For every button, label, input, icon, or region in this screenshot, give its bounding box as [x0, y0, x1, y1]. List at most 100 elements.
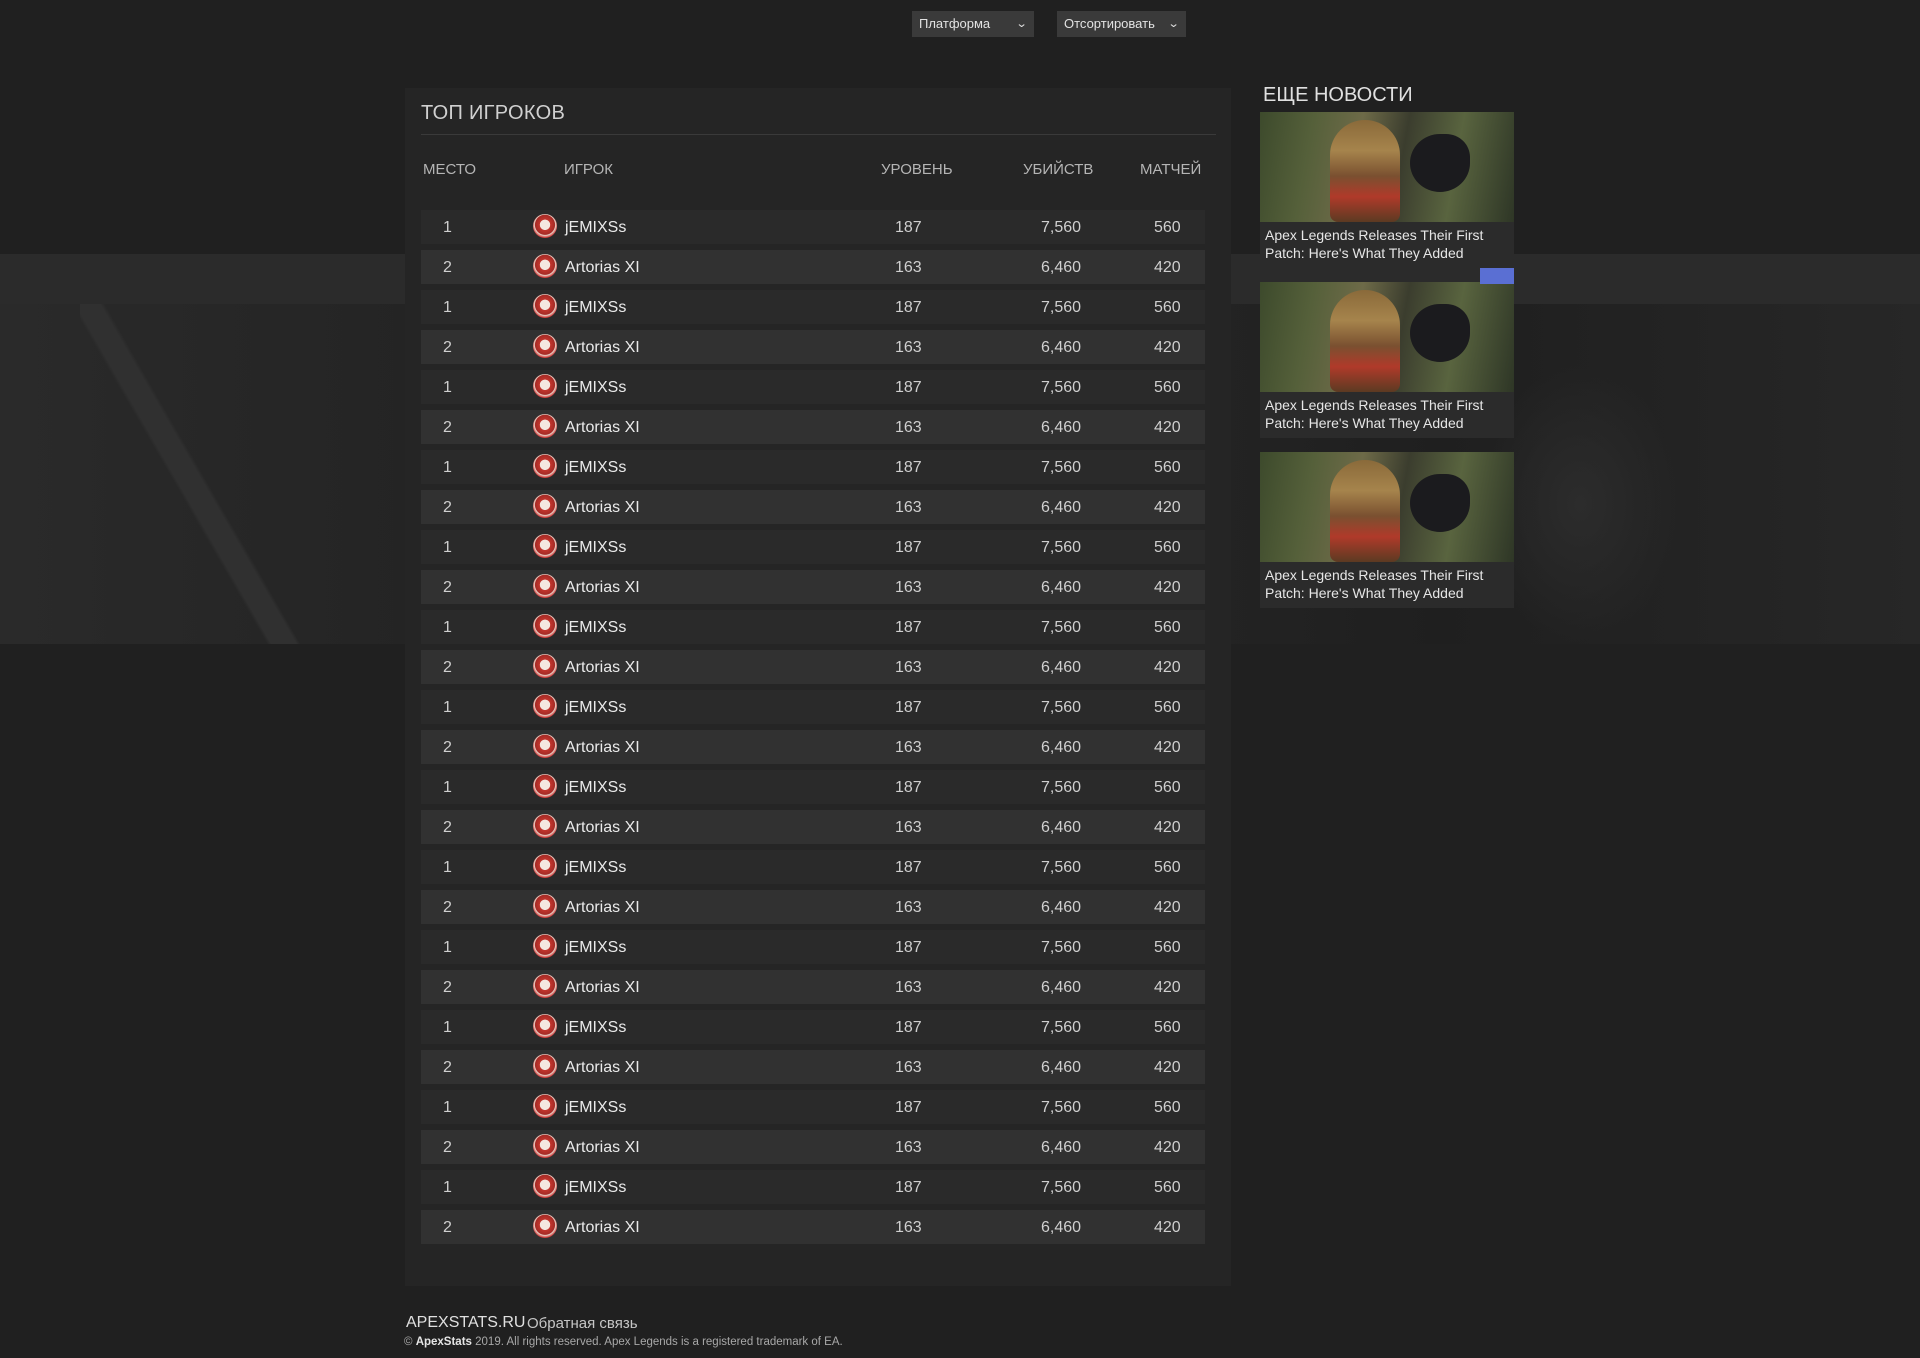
- table-row[interactable]: 1 jEMIXSs 187 7,560 560: [421, 610, 1205, 644]
- table-row[interactable]: 2 Artorias XI 163 6,460 420: [421, 1210, 1205, 1244]
- row-place: 2: [443, 259, 452, 276]
- row-kills: 6,460: [1041, 339, 1082, 356]
- row-place: 2: [443, 419, 452, 436]
- row-level: 187: [895, 219, 922, 236]
- table-row[interactable]: 1 jEMIXSs 187 7,560 560: [421, 530, 1205, 564]
- row-place: 2: [443, 339, 452, 356]
- table-row[interactable]: 2 Artorias XI 163 6,460 420: [421, 490, 1205, 524]
- row-player-name[interactable]: Artorias XI: [565, 1139, 640, 1157]
- row-place: 1: [443, 939, 452, 956]
- news-thumbnail: [1260, 282, 1514, 392]
- row-player-name[interactable]: Artorias XI: [565, 259, 640, 277]
- discord-icon[interactable]: [1480, 268, 1514, 284]
- row-player-name[interactable]: Artorias XI: [565, 819, 640, 837]
- row-player-name[interactable]: jEMIXSs: [565, 219, 626, 237]
- row-level: 187: [895, 1099, 922, 1116]
- row-player-name[interactable]: jEMIXSs: [565, 539, 626, 557]
- table-row[interactable]: 2 Artorias XI 163 6,460 420: [421, 250, 1205, 284]
- chevron-down-icon: ⌄: [1167, 18, 1180, 30]
- row-player-name[interactable]: Artorias XI: [565, 1059, 640, 1077]
- news-headline[interactable]: Apex Legends Releases Their First Patch:…: [1265, 396, 1505, 432]
- news-thumbnail: [1260, 112, 1514, 222]
- row-player-name[interactable]: Artorias XI: [565, 1219, 640, 1237]
- thumbnail-bird: [1410, 134, 1470, 192]
- row-level: 163: [895, 899, 922, 916]
- row-level: 187: [895, 699, 922, 716]
- row-player-name[interactable]: jEMIXSs: [565, 459, 626, 477]
- table-row[interactable]: 1 jEMIXSs 187 7,560 560: [421, 1170, 1205, 1204]
- footer-brand[interactable]: APEXSTATS.RU: [406, 1314, 525, 1332]
- row-place: 2: [443, 499, 452, 516]
- news-card[interactable]: Apex Legends Releases Their First Patch:…: [1260, 112, 1514, 268]
- news-card[interactable]: Apex Legends Releases Their First Patch:…: [1260, 452, 1514, 608]
- table-row[interactable]: 2 Artorias XI 163 6,460 420: [421, 1130, 1205, 1164]
- row-player-name[interactable]: jEMIXSs: [565, 1019, 626, 1037]
- player-avatar-icon: [533, 974, 557, 998]
- row-level: 187: [895, 859, 922, 876]
- table-row[interactable]: 2 Artorias XI 163 6,460 420: [421, 650, 1205, 684]
- table-row[interactable]: 2 Artorias XI 163 6,460 420: [421, 890, 1205, 924]
- table-row[interactable]: 2 Artorias XI 163 6,460 420: [421, 410, 1205, 444]
- table-row[interactable]: 1 jEMIXSs 187 7,560 560: [421, 210, 1205, 244]
- table-row[interactable]: 1 jEMIXSs 187 7,560 560: [421, 450, 1205, 484]
- row-place: 1: [443, 539, 452, 556]
- row-level: 187: [895, 299, 922, 316]
- table-row[interactable]: 2 Artorias XI 163 6,460 420: [421, 330, 1205, 364]
- player-avatar-icon: [533, 734, 557, 758]
- table-row[interactable]: 1 jEMIXSs 187 7,560 560: [421, 930, 1205, 964]
- table-row[interactable]: 1 jEMIXSs 187 7,560 560: [421, 1010, 1205, 1044]
- table-row[interactable]: 1 jEMIXSs 187 7,560 560: [421, 370, 1205, 404]
- column-header-place: МЕСТО: [423, 161, 476, 178]
- platform-select[interactable]: Платформа ⌄: [912, 11, 1034, 37]
- sort-select[interactable]: Отсортировать ⌄: [1057, 11, 1186, 37]
- news-headline[interactable]: Apex Legends Releases Their First Patch:…: [1265, 566, 1505, 602]
- row-player-name[interactable]: Artorias XI: [565, 659, 640, 677]
- row-player-name[interactable]: jEMIXSs: [565, 619, 626, 637]
- row-place: 1: [443, 619, 452, 636]
- table-row[interactable]: 1 jEMIXSs 187 7,560 560: [421, 850, 1205, 884]
- row-player-name[interactable]: Artorias XI: [565, 419, 640, 437]
- row-place: 1: [443, 1099, 452, 1116]
- news-card[interactable]: Apex Legends Releases Their First Patch:…: [1260, 282, 1514, 438]
- row-place: 2: [443, 899, 452, 916]
- table-row[interactable]: 2 Artorias XI 163 6,460 420: [421, 570, 1205, 604]
- row-place: 1: [443, 859, 452, 876]
- row-kills: 7,560: [1041, 379, 1082, 396]
- row-player-name[interactable]: Artorias XI: [565, 739, 640, 757]
- row-player-name[interactable]: jEMIXSs: [565, 1099, 626, 1117]
- table-row[interactable]: 2 Artorias XI 163 6,460 420: [421, 970, 1205, 1004]
- row-player-name[interactable]: jEMIXSs: [565, 699, 626, 717]
- row-player-name[interactable]: jEMIXSs: [565, 939, 626, 957]
- table-row[interactable]: 2 Artorias XI 163 6,460 420: [421, 810, 1205, 844]
- thumbnail-bird: [1410, 474, 1470, 532]
- row-player-name[interactable]: Artorias XI: [565, 979, 640, 997]
- player-avatar-icon: [533, 614, 557, 638]
- row-player-name[interactable]: Artorias XI: [565, 579, 640, 597]
- feedback-link[interactable]: Обратная связь: [527, 1315, 638, 1332]
- row-player-name[interactable]: Artorias XI: [565, 899, 640, 917]
- row-player-name[interactable]: jEMIXSs: [565, 1179, 626, 1197]
- table-row[interactable]: 1 jEMIXSs 187 7,560 560: [421, 1090, 1205, 1124]
- row-level: 163: [895, 419, 922, 436]
- row-place: 2: [443, 659, 452, 676]
- column-header-player: ИГРОК: [564, 161, 613, 178]
- row-player-name[interactable]: jEMIXSs: [565, 859, 626, 877]
- player-avatar-icon: [533, 654, 557, 678]
- row-player-name[interactable]: jEMIXSs: [565, 299, 626, 317]
- row-player-name[interactable]: jEMIXSs: [565, 379, 626, 397]
- thumbnail-figure: [1330, 120, 1400, 222]
- row-matches: 420: [1154, 419, 1181, 436]
- news-headline[interactable]: Apex Legends Releases Their First Patch:…: [1265, 226, 1505, 262]
- table-row[interactable]: 1 jEMIXSs 187 7,560 560: [421, 770, 1205, 804]
- row-kills: 6,460: [1041, 579, 1082, 596]
- table-row[interactable]: 1 jEMIXSs 187 7,560 560: [421, 690, 1205, 724]
- row-player-name[interactable]: Artorias XI: [565, 339, 640, 357]
- table-row[interactable]: 2 Artorias XI 163 6,460 420: [421, 1050, 1205, 1084]
- player-avatar-icon: [533, 774, 557, 798]
- row-player-name[interactable]: Artorias XI: [565, 499, 640, 517]
- table-row[interactable]: 1 jEMIXSs 187 7,560 560: [421, 290, 1205, 324]
- row-kills: 6,460: [1041, 819, 1082, 836]
- table-row[interactable]: 2 Artorias XI 163 6,460 420: [421, 730, 1205, 764]
- chevron-down-icon: ⌄: [1015, 18, 1028, 30]
- row-player-name[interactable]: jEMIXSs: [565, 779, 626, 797]
